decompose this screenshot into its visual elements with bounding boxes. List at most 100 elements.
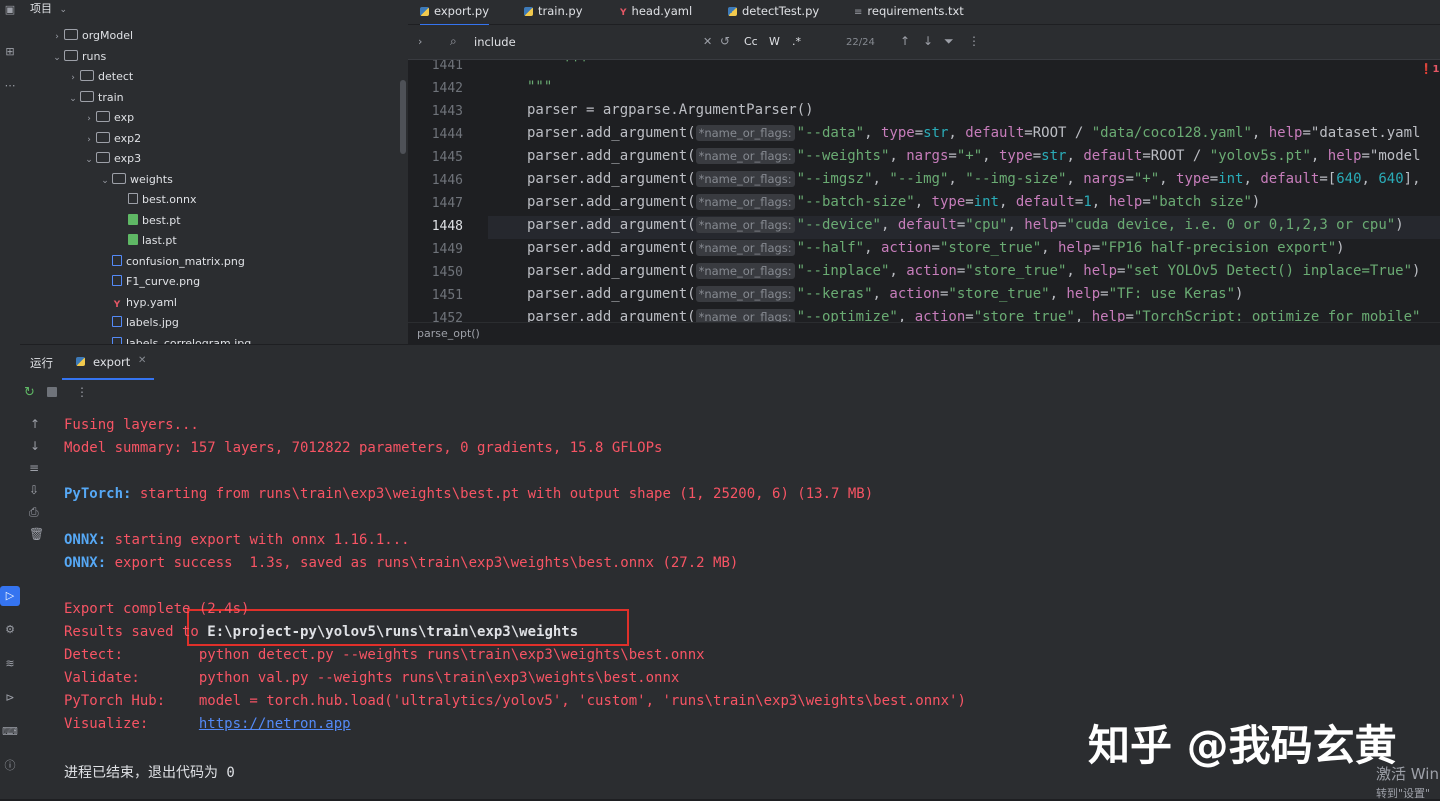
stop-icon[interactable] — [47, 387, 57, 397]
tab-head-yaml[interactable]: Yhead.yaml — [620, 0, 692, 24]
console-text: 进程已结束，退出代码为 0 — [64, 765, 235, 781]
tab-label: requirements.txt — [867, 4, 964, 18]
tab-detecttest-py[interactable]: detectTest.py — [728, 0, 819, 24]
activation-title: 激活 Win — [1376, 765, 1439, 783]
console-link[interactable]: https://netron.app — [199, 716, 351, 732]
project-scrollbar[interactable] — [400, 80, 406, 154]
breadcrumb-item[interactable]: parse_opt() — [417, 327, 480, 340]
image-file-icon — [112, 316, 122, 327]
tree-item-runs[interactable]: ⌄ runs — [50, 47, 106, 67]
code-call: parser.add_argument( — [527, 125, 696, 141]
expand-replace-icon[interactable]: › — [418, 35, 422, 48]
tree-item-hyp-yaml[interactable]: Yhyp.yaml — [98, 293, 177, 313]
more-tools-icon[interactable]: ⋯ — [0, 76, 20, 96]
run-panel-header: 运行 export ✕ — [20, 344, 1440, 380]
chevron-down-icon[interactable]: ⌄ — [98, 171, 112, 191]
search-icon[interactable]: ⌕ — [450, 34, 457, 49]
breadcrumb[interactable]: parse_opt() — [408, 322, 1440, 343]
python-console-icon[interactable]: ⚙ — [0, 620, 20, 640]
line-number: 1448 — [431, 219, 463, 234]
print-icon[interactable]: ⎙ — [29, 505, 39, 520]
match-case-toggle[interactable]: Cc — [744, 35, 758, 48]
folder-icon — [96, 152, 110, 163]
tree-item-detect[interactable]: › detect — [66, 67, 133, 87]
line-number: 1450 — [431, 265, 463, 280]
scroll-down-icon[interactable]: ↓ — [30, 439, 40, 453]
console-line: Detect: python detect.py --weights runs\… — [64, 647, 705, 663]
regex-toggle[interactable]: .* — [792, 35, 801, 48]
close-icon[interactable]: ✕ — [138, 355, 146, 366]
line-number: 1447 — [431, 196, 463, 211]
tree-item-label: best.pt — [142, 213, 181, 227]
python-icon — [728, 7, 737, 16]
scroll-to-end-icon[interactable]: ⇩ — [29, 483, 39, 497]
parameter-hint: *name_or_flags: — [695, 148, 795, 164]
tree-item-f1-curve-png[interactable]: F1_curve.png — [98, 272, 200, 292]
terminal-icon[interactable]: ⌨ — [0, 722, 20, 742]
rerun-icon[interactable]: ↻ — [24, 385, 35, 400]
chevron-right-icon[interactable]: › — [66, 68, 80, 88]
tree-item-exp[interactable]: › exp — [82, 108, 134, 128]
chevron-down-icon[interactable]: ⌄ — [82, 150, 96, 170]
chevron-right-icon[interactable]: › — [50, 27, 64, 47]
next-match-icon[interactable]: ↓ — [923, 34, 933, 48]
services-icon[interactable]: ⊳ — [0, 688, 20, 708]
line-number: 1443 — [431, 104, 463, 119]
tree-item-exp2[interactable]: › exp2 — [82, 129, 141, 149]
tree-item-train[interactable]: ⌄ train — [66, 88, 124, 108]
parameter-hint: *name_or_flags: — [695, 309, 795, 322]
chevron-down-icon[interactable]: ⌄ — [60, 5, 68, 15]
tab-label: train.py — [538, 4, 583, 18]
console-line: Model summary: 157 layers, 7012822 param… — [64, 440, 662, 456]
console-text: Validate: — [64, 670, 199, 686]
tree-item-last-pt[interactable]: last.pt — [114, 231, 177, 251]
text-file-icon: ≡ — [854, 7, 863, 18]
project-tool-icon[interactable]: ▣ — [0, 0, 20, 20]
whole-word-toggle[interactable]: W — [769, 35, 780, 48]
model-file-icon — [128, 234, 138, 245]
tree-item-label: exp2 — [114, 131, 142, 145]
console-line: PyTorch Hub: model = torch.hub.load('ult… — [64, 693, 966, 709]
previous-match-icon[interactable]: ↑ — [900, 34, 910, 48]
tree-item-weights[interactable]: ⌄ weights — [98, 170, 173, 190]
run-tool-icon[interactable]: ▷ — [0, 586, 20, 606]
run-tab-export[interactable]: export ✕ — [62, 345, 154, 380]
console-text: Export complete (2.4s) — [64, 601, 250, 617]
console-text: export success 1.3s, saved as runs\train… — [106, 555, 739, 571]
layers-icon[interactable]: ≋ — [0, 654, 20, 674]
code-call: parser.add_argument( — [527, 309, 696, 322]
run-tab-label: export — [93, 355, 131, 369]
tab-train-py[interactable]: train.py — [524, 0, 583, 24]
filter-icon[interactable]: ⏷ — [944, 34, 954, 49]
structure-icon[interactable]: ⊞ — [0, 42, 20, 62]
scroll-up-icon[interactable]: ↑ — [30, 417, 40, 431]
line-number: 1445 — [431, 150, 463, 165]
tab-export-py[interactable]: export.py — [420, 0, 490, 26]
chevron-right-icon[interactable]: › — [82, 109, 96, 129]
tree-item-labels-correlogram-jpg[interactable]: labels_correlogram.jpg — [98, 334, 251, 344]
chevron-down-icon[interactable]: ⌄ — [66, 89, 80, 109]
more-options-icon[interactable]: ⋮ — [968, 34, 980, 48]
code-editor[interactable]: ''' """ parser = argparse.ArgumentParser()… — [488, 60, 1440, 322]
tree-item-label: best.onnx — [142, 193, 197, 206]
trash-icon[interactable]: 🗑 — [29, 527, 44, 541]
tree-item-label: exp — [114, 111, 135, 124]
clear-icon[interactable]: ✕ — [703, 35, 712, 48]
tree-item-confusion-matrix-png[interactable]: confusion_matrix.png — [98, 252, 245, 272]
find-input[interactable] — [472, 32, 696, 52]
problems-icon[interactable]: ⓘ — [0, 756, 20, 776]
tree-item-label: hyp.yaml — [126, 295, 177, 309]
tab-requirements-txt[interactable]: ≡ requirements.txt — [854, 0, 964, 24]
tree-item-best-pt[interactable]: best.pt — [114, 211, 181, 231]
problems-badge[interactable]: ❗1 — [1420, 64, 1439, 75]
tree-item-exp3[interactable]: ⌄ exp3 — [82, 149, 141, 169]
project-header[interactable]: 项目 ⌄ — [30, 0, 67, 18]
more-options-icon[interactable]: ⋮ — [76, 385, 88, 399]
chevron-down-icon[interactable]: ⌄ — [50, 48, 64, 68]
tree-item-best-onnx[interactable]: best.onnx — [114, 190, 196, 210]
history-icon[interactable]: ↺ — [720, 34, 730, 48]
soft-wrap-icon[interactable]: ≡ — [29, 461, 39, 475]
chevron-right-icon[interactable]: › — [82, 130, 96, 150]
tree-item-orgmodel[interactable]: › orgModel — [50, 26, 133, 46]
tree-item-labels-jpg[interactable]: labels.jpg — [98, 313, 179, 333]
